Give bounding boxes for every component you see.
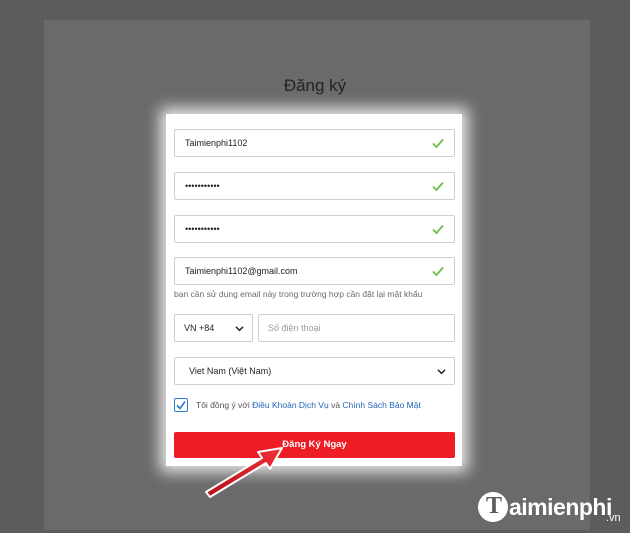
agree-prefix: Tôi đồng ý với <box>196 400 250 410</box>
chevron-down-icon <box>235 326 244 332</box>
country-value: Viet Nam (Việt Nam) <box>189 366 272 376</box>
chevron-down-icon <box>437 369 446 375</box>
agree-conjunction: và <box>331 400 341 410</box>
password-field[interactable]: ••••••••••• <box>174 172 455 200</box>
logo-wordmark: aimienphi <box>509 494 612 520</box>
phone-input[interactable]: Số điện thoại <box>258 314 455 342</box>
password-value: ••••••••••• <box>185 181 220 191</box>
check-icon <box>432 181 444 192</box>
agree-checkbox[interactable] <box>174 398 188 412</box>
terms-agreement: Tôi đồng ý với Điều Khoản Dịch Vụ và Chí… <box>174 397 455 413</box>
country-code-value: VN +84 <box>184 323 215 333</box>
red-arrow-icon <box>205 447 283 498</box>
confirm-password-field[interactable]: ••••••••••• <box>174 215 455 243</box>
logo-tld: .vn <box>606 512 621 524</box>
page-title: Đăng ký <box>283 76 347 95</box>
check-icon <box>432 138 444 149</box>
agree-label: Tôi đồng ý với Điều Khoản Dịch Vụ và Chí… <box>196 397 421 413</box>
phone-placeholder: Số điện thoại <box>268 323 321 333</box>
logo-mark-letter: T <box>486 493 503 519</box>
email-value: Taimienphi1102@gmail.com <box>185 266 298 276</box>
confirm-password-value: ••••••••••• <box>185 224 220 234</box>
username-value: Taimienphi1102 <box>185 138 248 148</box>
username-field[interactable]: Taimienphi1102 <box>174 129 455 157</box>
privacy-link[interactable]: Chính Sách Bảo Mật <box>342 400 420 410</box>
country-select[interactable]: Viet Nam (Việt Nam) <box>174 357 455 385</box>
country-code-select[interactable]: VN +84 <box>174 314 253 342</box>
email-field[interactable]: Taimienphi1102@gmail.com <box>174 257 455 285</box>
register-form: Taimienphi1102 ••••••••••• ••••••••••• T… <box>166 114 462 466</box>
check-icon <box>432 224 444 235</box>
checkmark-icon <box>176 401 186 410</box>
taimienphi-logo: T aimienphi .vn <box>478 490 628 528</box>
logo-mark: T <box>478 492 508 522</box>
check-icon <box>432 266 444 277</box>
terms-link[interactable]: Điều Khoản Dịch Vụ <box>252 400 329 410</box>
email-hint: bạn cần sử dụng email này trong trường h… <box>174 289 423 299</box>
